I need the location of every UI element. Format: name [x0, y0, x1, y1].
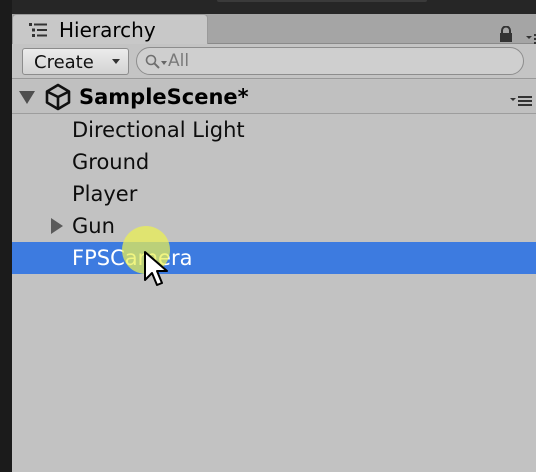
- hierarchy-item-label: Ground: [72, 150, 150, 174]
- unity-logo-icon: [44, 83, 72, 115]
- tab-title: Hierarchy: [59, 18, 156, 42]
- hierarchy-toolbar: Create All: [12, 44, 536, 79]
- tab-hierarchy[interactable]: Hierarchy: [12, 14, 208, 44]
- search-icon: [145, 54, 161, 74]
- mouse-pointer-icon: [143, 250, 169, 292]
- hierarchy-header: Hierarchy: [12, 14, 536, 44]
- create-button[interactable]: Create: [22, 48, 129, 75]
- lock-icon[interactable]: [499, 25, 513, 46]
- caret-down-icon: [112, 59, 120, 64]
- left-window-edge: [0, 0, 12, 472]
- hierarchy-item-player[interactable]: Player: [12, 178, 536, 210]
- list-hierarchy-icon: [29, 22, 47, 37]
- top-window-edge: [12, 0, 536, 14]
- hierarchy-item-label: Directional Light: [72, 118, 245, 142]
- hierarchy-item-label: Player: [72, 182, 138, 206]
- search-input[interactable]: All: [136, 47, 524, 75]
- hierarchy-item-directional-light[interactable]: Directional Light: [12, 114, 536, 146]
- hierarchy-item-ground[interactable]: Ground: [12, 146, 536, 178]
- search-filter-caret-icon: [161, 61, 167, 65]
- expand-arrow-icon[interactable]: [51, 218, 63, 234]
- scene-menu-icon[interactable]: [510, 92, 532, 111]
- hierarchy-item-label: Gun: [72, 214, 115, 238]
- hierarchy-item-gun[interactable]: Gun: [12, 210, 536, 242]
- top-panel-seam: [217, 0, 427, 2]
- create-button-label: Create: [34, 52, 94, 73]
- collapse-arrow-icon[interactable]: [19, 91, 35, 104]
- search-placeholder: All: [168, 51, 190, 71]
- scene-name: SampleScene*: [79, 85, 249, 109]
- scene-header-row[interactable]: SampleScene*: [12, 80, 536, 114]
- hierarchy-item-fpscamera[interactable]: FPSCamera: [12, 242, 536, 274]
